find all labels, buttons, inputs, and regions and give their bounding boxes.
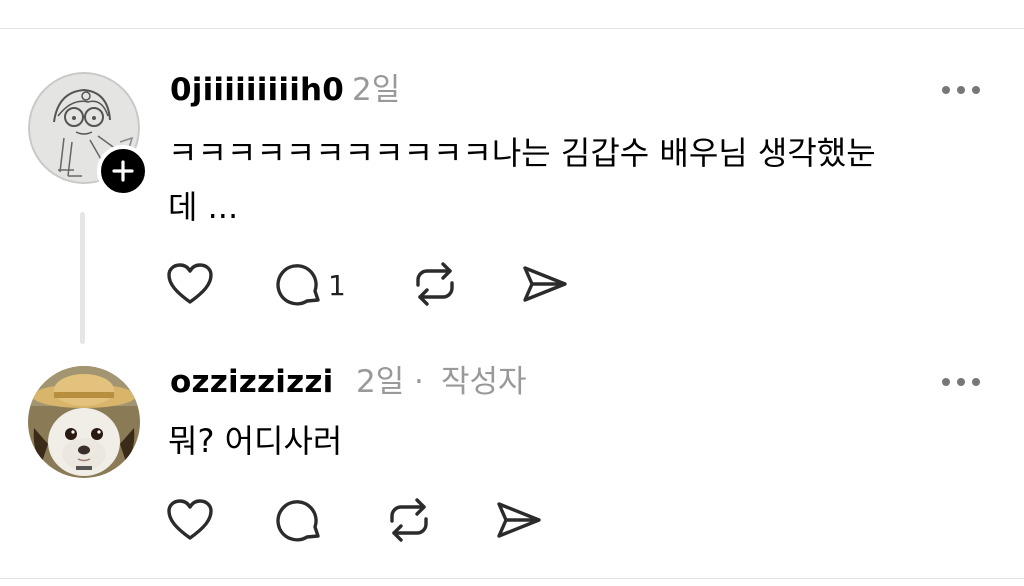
more-icon[interactable] xyxy=(942,86,980,94)
heart-icon xyxy=(167,499,213,540)
follow-button[interactable] xyxy=(97,145,149,197)
bottom-divider xyxy=(0,578,1024,579)
reply-button[interactable] xyxy=(276,498,324,544)
repost-button[interactable] xyxy=(384,497,434,543)
like-button[interactable] xyxy=(166,498,214,542)
comment-text: 뭐? 어디사러 xyxy=(168,422,343,460)
plus-icon xyxy=(112,160,134,182)
repost-icon xyxy=(416,262,454,306)
username[interactable]: 0jiiiiiiiiih0 xyxy=(170,75,344,106)
dog-straw-hat-avatar-icon xyxy=(28,366,140,478)
author-badge: 작성자 xyxy=(441,364,527,400)
comment-icon xyxy=(276,500,320,542)
more-icon[interactable] xyxy=(942,378,980,386)
share-button[interactable] xyxy=(520,262,570,306)
share-button[interactable] xyxy=(494,498,544,542)
share-icon xyxy=(497,502,541,538)
timestamp: 2일 xyxy=(356,364,405,400)
comment-text-line-2: 데 ... xyxy=(168,188,239,226)
like-button[interactable] xyxy=(166,262,214,306)
reply-button[interactable]: 1 xyxy=(276,262,346,308)
avatar[interactable] xyxy=(28,366,140,478)
share-icon xyxy=(523,266,567,302)
comment-icon xyxy=(276,264,320,306)
username[interactable]: ozzizzizzi xyxy=(170,367,333,398)
timestamp: 2일 xyxy=(352,72,401,108)
meta-separator: · xyxy=(414,364,424,400)
repost-icon xyxy=(390,498,428,542)
repost-button[interactable] xyxy=(410,261,460,307)
thread-line xyxy=(80,212,85,344)
comment-text-line-1: ㅋㅋㅋㅋㅋㅋㅋㅋㅋㅋㅋ나는 김갑수 배우님 생각했눈 xyxy=(168,134,876,172)
reply-count: 1 xyxy=(328,268,346,302)
heart-icon xyxy=(167,263,213,304)
top-divider xyxy=(0,28,1024,29)
